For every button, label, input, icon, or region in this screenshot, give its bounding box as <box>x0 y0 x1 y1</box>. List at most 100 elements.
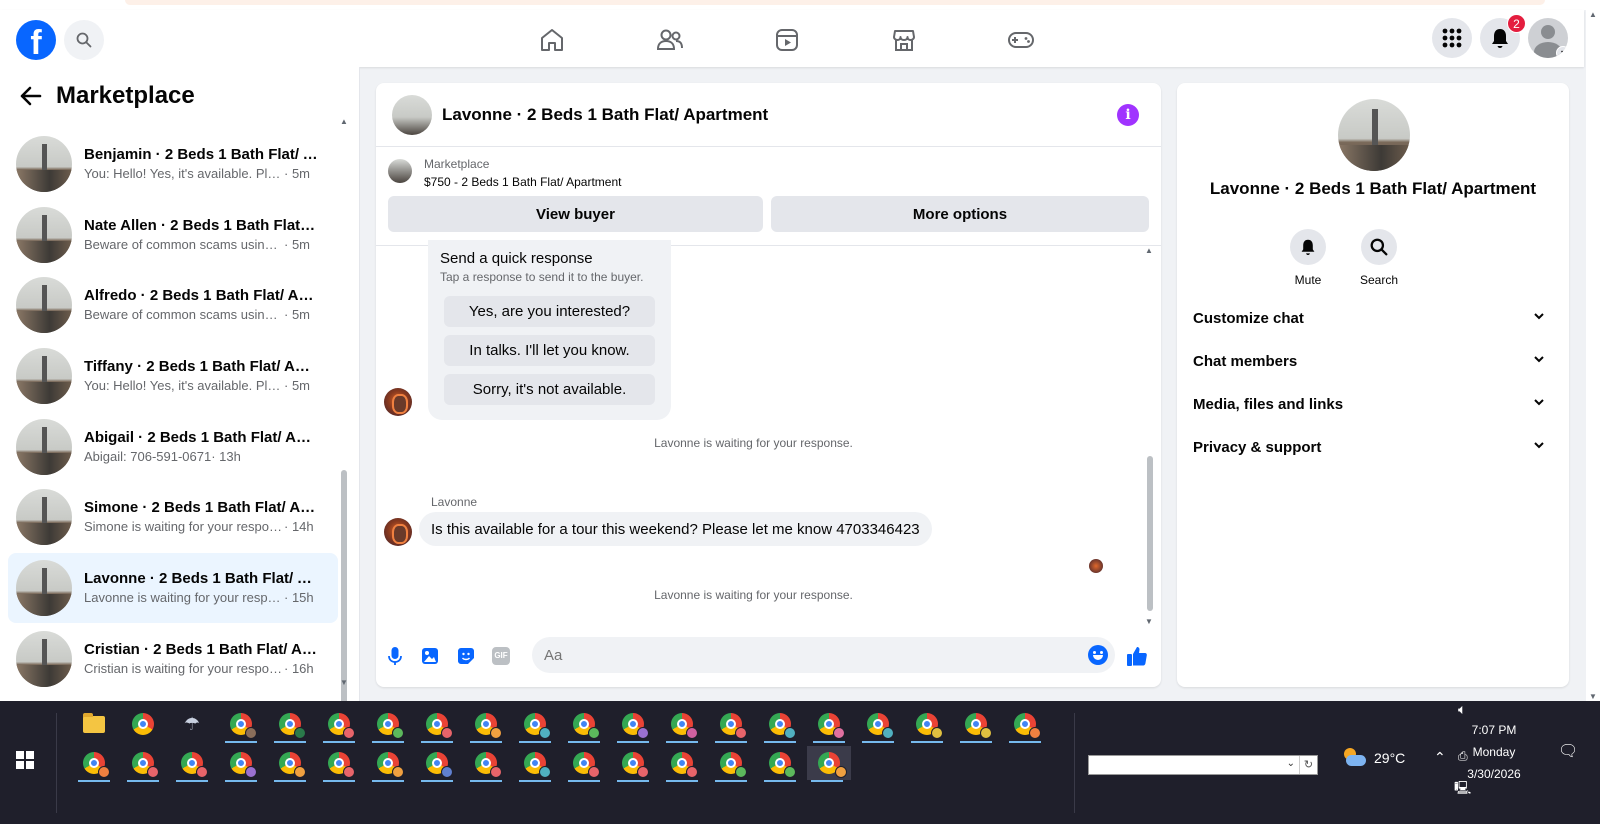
chrome-profile-window[interactable] <box>417 707 457 743</box>
mute-action[interactable]: Mute <box>1278 229 1338 287</box>
search-conversation-button[interactable] <box>1361 229 1397 265</box>
chevron-down-icon[interactable]: ⌄ <box>1287 758 1295 769</box>
chevron-up-icon[interactable]: ⌃ <box>1434 749 1446 766</box>
buyer-avatar[interactable] <box>384 518 412 546</box>
friends-tab[interactable] <box>640 20 700 60</box>
chrome-profile-window[interactable] <box>368 707 408 743</box>
customize-chat-section[interactable]: Customize chat <box>1185 298 1561 338</box>
view-buyer-button[interactable]: View buyer <box>388 196 763 232</box>
chat-title[interactable]: Lavonne · 2 Beds 1 Bath Flat/ Apartment <box>442 105 768 125</box>
emoji-icon[interactable] <box>1088 645 1108 665</box>
voice-clip-button[interactable] <box>384 645 406 667</box>
file-explorer-app[interactable] <box>74 707 114 741</box>
gif-button[interactable]: GIF <box>490 645 512 667</box>
chrome-profile-window[interactable] <box>270 707 310 743</box>
notifications-button[interactable]: 2 <box>1480 14 1526 58</box>
chrome-profile-window[interactable] <box>760 707 800 743</box>
scroll-down-arrow-icon[interactable]: ▼ <box>340 678 348 687</box>
chrome-profile-window[interactable] <box>662 746 702 782</box>
chrome-profile-window[interactable] <box>613 707 653 743</box>
conversation-item[interactable]: Nate Allen · 2 Beds 1 Bath Flat/ ... Bew… <box>8 200 338 270</box>
media-files-links-section[interactable]: Media, files and links <box>1185 384 1561 424</box>
conversation-item-active[interactable]: Lavonne · 2 Beds 1 Bath Flat/ Ap... Lavo… <box>8 553 338 623</box>
chrome-profile-window[interactable] <box>221 746 261 782</box>
chrome-profile-window[interactable] <box>172 746 212 782</box>
chrome-profile-window[interactable] <box>74 746 114 782</box>
weather-widget[interactable]: 29°C <box>1342 748 1405 766</box>
mute-button[interactable] <box>1290 229 1326 265</box>
conversation-item[interactable]: Benjamin · 2 Beds 1 Bath Flat/ A... You:… <box>8 129 338 199</box>
chrome-profile-window[interactable] <box>564 746 604 782</box>
chrome-profile-window[interactable] <box>956 707 996 743</box>
chrome-profile-window[interactable] <box>368 746 408 782</box>
privacy-support-section[interactable]: Privacy & support <box>1185 427 1561 467</box>
windows-start-icon[interactable] <box>16 751 34 769</box>
taskbar-address-box[interactable]: ⌄ ↻ <box>1088 755 1318 775</box>
chrome-profile-window[interactable] <box>515 746 555 782</box>
chrome-profile-window[interactable] <box>515 707 555 743</box>
chrome-profile-window[interactable] <box>858 707 898 743</box>
conversation-item[interactable]: Alfredo · 2 Beds 1 Bath Flat/ Apa... Bew… <box>8 270 338 340</box>
sidebar-scrollbar[interactable]: ▲ ▼ <box>340 117 348 720</box>
chrome-profile-window[interactable] <box>319 746 359 782</box>
quick-response-option[interactable]: Sorry, it's not available. <box>444 374 655 405</box>
refresh-icon[interactable]: ↻ <box>1299 756 1317 774</box>
chrome-profile-window-active[interactable] <box>807 746 851 782</box>
chrome-profile-window[interactable] <box>809 707 849 743</box>
chrome-profile-window[interactable] <box>221 707 261 743</box>
chrome-profile-window[interactable] <box>711 707 751 743</box>
like-button[interactable] <box>1125 644 1149 668</box>
conversation-item[interactable]: Simone · 2 Beds 1 Bath Flat/ Apa... Simo… <box>8 482 338 552</box>
chat-members-section[interactable]: Chat members <box>1185 341 1561 381</box>
chrome-profile-window[interactable] <box>319 707 359 743</box>
chrome-app[interactable] <box>123 707 163 741</box>
conversation-item[interactable]: Cristian · 2 Beds 1 Bath Flat/ Apa... Cr… <box>8 624 338 694</box>
attach-photo-button[interactable] <box>419 645 441 667</box>
conversation-avatar[interactable] <box>1338 99 1410 171</box>
scroll-up-arrow-icon[interactable]: ▲ <box>1145 246 1153 255</box>
scroll-up-arrow-icon[interactable]: ▲ <box>1589 10 1597 19</box>
chrome-profile-window[interactable] <box>123 746 163 782</box>
notification-center-icon[interactable]: 🗨︎ <box>1558 741 1578 761</box>
chrome-profile-window[interactable] <box>613 746 653 782</box>
chrome-profile-window[interactable] <box>270 746 310 782</box>
account-avatar[interactable]: ▾ <box>1528 18 1568 58</box>
chrome-profile-window[interactable] <box>907 707 947 743</box>
facebook-logo[interactable]: f <box>16 20 56 60</box>
chrome-profile-window[interactable] <box>760 746 800 782</box>
scroll-down-arrow-icon[interactable]: ▼ <box>1145 617 1153 626</box>
info-icon[interactable]: i <box>1117 104 1139 126</box>
message-bubble[interactable]: Is this available for a tour this weeken… <box>419 512 932 546</box>
quick-response-option[interactable]: In talks. I'll let you know. <box>444 335 655 366</box>
page-scrollbar[interactable]: ▲ ▼ <box>1586 10 1600 701</box>
gaming-tab[interactable] <box>991 20 1051 60</box>
chat-avatar[interactable] <box>392 94 432 135</box>
more-options-button[interactable]: More options <box>771 196 1149 232</box>
pinned-app[interactable]: ☂ <box>172 707 212 741</box>
message-input[interactable] <box>532 637 1115 673</box>
video-tab[interactable] <box>757 20 817 60</box>
conversation-item[interactable]: Tiffany · 2 Beds 1 Bath Flat/ Apa... You… <box>8 341 338 411</box>
speaker-icon[interactable]: 🔈︎ <box>1458 701 1466 718</box>
chrome-profile-window[interactable] <box>662 707 702 743</box>
chrome-profile-window[interactable] <box>564 707 604 743</box>
chrome-profile-window[interactable] <box>466 707 506 743</box>
quick-response-option[interactable]: Yes, are you interested? <box>444 296 655 327</box>
system-clock[interactable]: 7:07 PM Monday 3/30/2026 <box>1449 719 1539 785</box>
search-action[interactable]: Search <box>1349 229 1409 287</box>
chrome-profile-window[interactable] <box>1005 707 1045 743</box>
scrollbar-thumb[interactable] <box>1147 456 1153 611</box>
scroll-up-arrow-icon[interactable]: ▲ <box>340 117 348 126</box>
search-button[interactable] <box>64 20 104 60</box>
buyer-avatar[interactable] <box>384 388 412 416</box>
marketplace-tab[interactable] <box>874 20 934 60</box>
menu-button[interactable] <box>1432 18 1472 58</box>
conversation-item[interactable]: Abigail · 2 Beds 1 Bath Flat/ Apa... Abi… <box>8 412 338 482</box>
chrome-profile-window[interactable] <box>417 746 457 782</box>
chat-scrollbar[interactable]: ▲ ▼ <box>1145 246 1154 626</box>
listing-price-title[interactable]: $750 - 2 Beds 1 Bath Flat/ Apartment <box>424 175 621 189</box>
sticker-button[interactable] <box>455 645 477 667</box>
home-tab[interactable] <box>522 20 582 60</box>
back-button[interactable] <box>18 83 44 109</box>
scroll-down-arrow-icon[interactable]: ▼ <box>1589 692 1597 701</box>
